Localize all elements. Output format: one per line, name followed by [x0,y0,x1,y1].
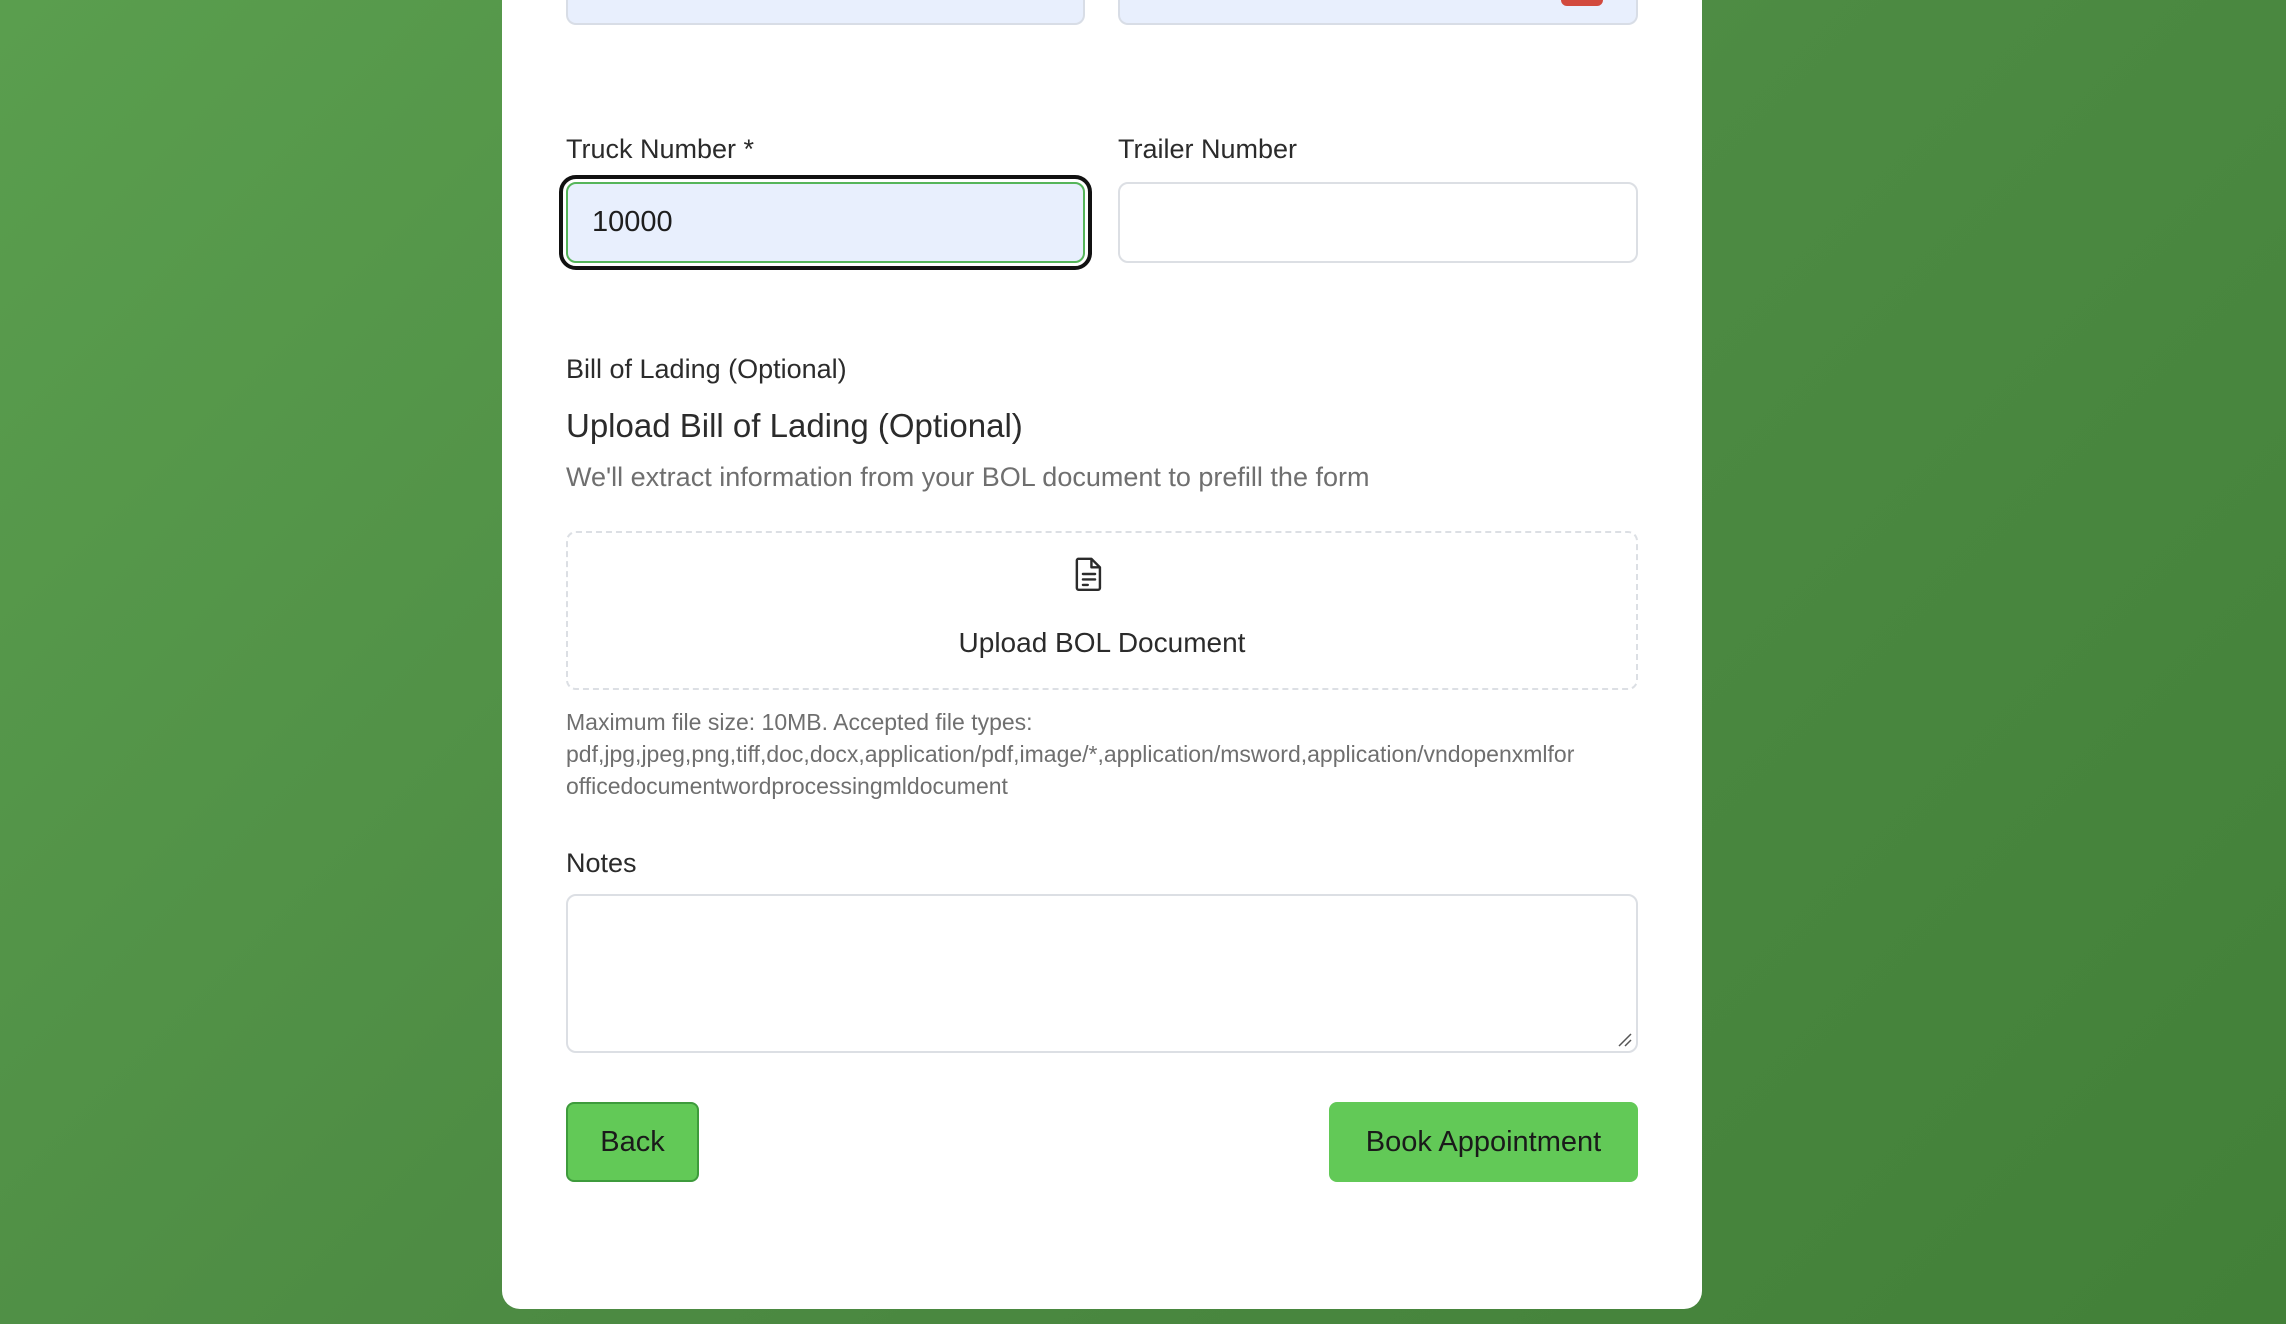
file-type-hint: Maximum file size: 10MB. Accepted file t… [566,706,1702,802]
bol-section-label: Bill of Lading (Optional) [566,354,847,384]
previous-field-right[interactable] [1118,0,1638,25]
document-icon [1075,557,1102,591]
book-appointment-button[interactable]: Book Appointment [1329,1102,1638,1182]
file-type-hint-line: Maximum file size: 10MB. Accepted file t… [566,709,1033,735]
file-type-hint-line: officedocumentwordprocessingmldocument [566,773,1008,799]
bol-upload-dropzone[interactable]: Upload BOL Document [566,531,1638,690]
error-indicator [1561,0,1603,6]
file-type-hint-line: pdf,jpg,jpeg,png,tiff,doc,docx,applicati… [566,741,1575,767]
trailer-number-input[interactable] [1118,182,1638,263]
truck-number-label: Truck Number * [566,134,755,164]
back-button[interactable]: Back [566,1102,699,1182]
truck-number-input[interactable] [559,175,1092,270]
bol-description: We'll extract information from your BOL … [566,462,1370,492]
resize-grip-icon[interactable] [1616,1031,1632,1047]
previous-field-left[interactable] [566,0,1085,25]
notes-textarea[interactable] [566,894,1638,1053]
notes-label: Notes [566,848,637,878]
bol-upload-label: Upload BOL Document [958,627,1246,658]
trailer-number-label: Trailer Number [1118,134,1298,164]
bol-upload-title: Upload Bill of Lading (Optional) [566,407,1023,444]
